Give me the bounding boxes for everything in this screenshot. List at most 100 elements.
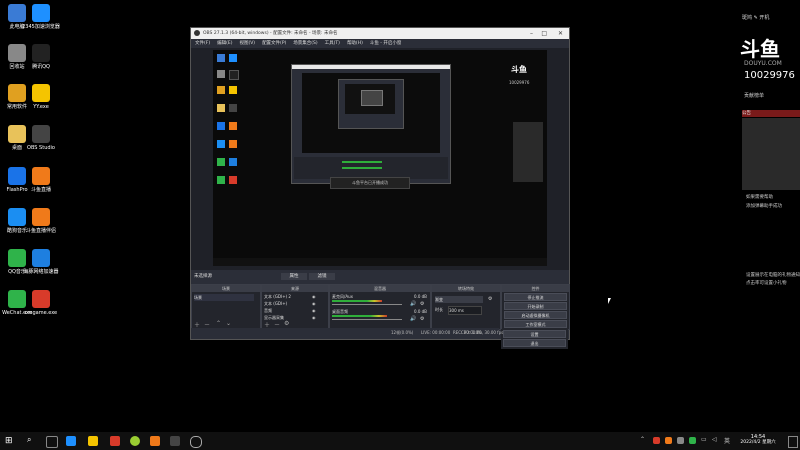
- nested-icon: [229, 140, 237, 148]
- tray-icon[interactable]: [653, 437, 660, 444]
- transition-select[interactable]: 渐变: [435, 296, 483, 303]
- source-item[interactable]: 音频: [264, 308, 272, 314]
- douyu-user[interactable]: 斑鸠 ✎ 开机: [742, 14, 769, 21]
- nested-icon: [229, 54, 237, 62]
- desktop-icon[interactable]: 斗鱼直播伴侣: [21, 208, 61, 234]
- desktop-app-icon: [32, 4, 50, 22]
- volume-icon[interactable]: ◁: [712, 436, 717, 443]
- desktop-app-icon: [32, 290, 50, 308]
- virtual-camera-button[interactable]: 启动虚拟摄像机: [504, 311, 567, 319]
- obs-titlebar[interactable]: OBS 27.1.3 (64-bit, windows) - 配置文件: 未命名…: [191, 28, 569, 39]
- maximize-icon[interactable]: □: [541, 28, 547, 39]
- douyu-site: DOUYU.COM: [744, 60, 782, 67]
- tray-icon[interactable]: [677, 437, 684, 444]
- start-recording-button[interactable]: 开始录制: [504, 302, 567, 310]
- volume-slider[interactable]: [332, 319, 402, 320]
- nested-titlebar: [292, 65, 450, 69]
- source-item[interactable]: 文本 (GDI+): [264, 301, 287, 307]
- desktop-icon[interactable]: 斗鱼直播: [21, 167, 61, 193]
- network-icon[interactable]: ▭: [701, 436, 707, 443]
- menu-item[interactable]: 帮助(H): [347, 41, 363, 46]
- desktop-app-icon: [32, 249, 50, 267]
- volume-slider[interactable]: [332, 304, 402, 305]
- notice-panel: [742, 118, 800, 190]
- preview-canvas[interactable]: 斗鱼平台已开播成功 斗鱼 10029976: [213, 50, 547, 266]
- scene-up-icon[interactable]: ⌃: [216, 320, 221, 327]
- tray-icon[interactable]: [665, 437, 672, 444]
- speaker-icon[interactable]: 🔊: [410, 316, 416, 322]
- exit-button[interactable]: 退出: [503, 339, 566, 347]
- filters-button[interactable]: 滤镜: [309, 273, 335, 280]
- menu-item[interactable]: 配置文件(P): [262, 41, 286, 46]
- controls-dock: 控件 停止推流 开始录制 启动虚拟摄像机 工作室模式: [501, 284, 570, 330]
- source-item[interactable]: 文本 (GDI+) 2: [264, 294, 291, 300]
- source-settings-icon[interactable]: ⚙: [284, 320, 289, 327]
- taskbar-douyu-icon[interactable]: [150, 436, 160, 446]
- volume-meter: [332, 300, 383, 302]
- menu-item[interactable]: 视图(V): [239, 41, 255, 46]
- tray-arrow-icon[interactable]: ⌃: [640, 436, 645, 443]
- dropped-frames: 12帧(0.0%): [391, 330, 414, 335]
- minimize-icon[interactable]: –: [530, 28, 533, 39]
- obs-menubar: 文件(F) 编辑(E) 视图(V) 配置文件(P) 场景集合(S) 工具(T) 帮助(H) 斗…: [191, 39, 569, 48]
- menu-item[interactable]: 文件(F): [195, 41, 210, 46]
- desktop-icon[interactable]: YY.exe: [21, 84, 61, 110]
- douyu-overlay: 斗鱼 斑鸠 ✎ 开机 DOUYU.COM 10029976 贡献榜单 公告 如果…: [740, 0, 800, 432]
- tray-icon[interactable]: [689, 437, 696, 444]
- menu-item[interactable]: 斗鱼 - 开启小窗: [370, 41, 401, 46]
- gear-icon[interactable]: ⚙: [488, 296, 492, 302]
- menu-item[interactable]: 场景集合(S): [293, 41, 317, 46]
- nested-desktop-icons: [215, 52, 243, 237]
- nested-icon: [229, 176, 237, 184]
- taskbar-obs-studio-icon[interactable]: [190, 436, 202, 448]
- properties-button[interactable]: 属性: [281, 273, 307, 280]
- studio-mode-button[interactable]: 工作室模式: [504, 320, 567, 328]
- clock-date: 2022/4/2 星期六: [740, 440, 776, 445]
- taskbar-app-icon[interactable]: [110, 436, 120, 446]
- mixer-channel-level: 0.0 dB: [414, 294, 427, 299]
- nested-icon: [217, 122, 225, 130]
- desktop-icon[interactable]: 海豚网络加速器: [21, 249, 61, 275]
- obs-app-icon: [194, 30, 200, 36]
- taskbar-browser-icon[interactable]: [66, 436, 76, 446]
- search-icon[interactable]: ⌕: [27, 435, 31, 445]
- desktop-icon[interactable]: OBS Studio: [21, 125, 61, 151]
- nested-nested-preview: [345, 84, 395, 114]
- obs-window[interactable]: OBS 27.1.3 (64-bit, windows) - 配置文件: 未命名…: [190, 27, 570, 349]
- taskbar-app-icon[interactable]: [130, 436, 140, 446]
- start-icon[interactable]: ⊞: [5, 436, 15, 446]
- nested-icon: [217, 70, 225, 78]
- notification-icon[interactable]: [788, 436, 798, 448]
- scene-item[interactable]: 场景: [194, 294, 254, 301]
- transitions-dock: 转场特效 渐变 ⚙ 时长 300 ms: [431, 284, 501, 330]
- scene-down-icon[interactable]: ⌄: [226, 320, 231, 327]
- speaker-icon[interactable]: 🔊: [410, 301, 416, 307]
- eye-icon[interactable]: ◉: [312, 308, 316, 313]
- gift-rank-label: 贡献榜单: [744, 93, 765, 99]
- gear-icon[interactable]: ⚙: [420, 301, 424, 307]
- menu-item[interactable]: 编辑(E): [217, 41, 232, 46]
- eye-icon[interactable]: ◉: [312, 301, 316, 306]
- desktop-app-icon: [32, 208, 50, 226]
- nested-icon: [229, 122, 237, 130]
- desktop-icon[interactable]: cmgame.exe: [21, 290, 61, 316]
- douyu-logo: 斗鱼: [740, 37, 780, 61]
- eye-icon[interactable]: ◉: [312, 294, 316, 299]
- nested-taskbar: [213, 258, 547, 266]
- taskbar-obs-icon[interactable]: [170, 436, 180, 446]
- source-toolbar: 未选择源 属性 滤镜: [191, 272, 569, 282]
- clock[interactable]: 14:54 2022/4/2 星期六: [736, 434, 780, 446]
- task-view-icon[interactable]: [46, 436, 58, 448]
- duration-input[interactable]: 300 ms: [448, 306, 482, 315]
- nested-meter: [342, 167, 382, 169]
- taskbar-yy-icon[interactable]: [88, 436, 98, 446]
- gear-icon[interactable]: ⚙: [420, 316, 424, 322]
- input-language[interactable]: 英: [724, 436, 730, 445]
- desktop-icon[interactable]: 2345加速浏览器: [21, 4, 61, 30]
- live-time: LIVE: 00:00:00: [421, 330, 451, 335]
- menu-item[interactable]: 工具(T): [325, 41, 340, 46]
- desktop-icon[interactable]: 腾讯QQ: [21, 44, 61, 70]
- eye-icon[interactable]: ◉: [312, 315, 316, 320]
- stop-streaming-button[interactable]: 停止推流: [504, 293, 567, 301]
- close-icon[interactable]: ✕: [558, 28, 563, 39]
